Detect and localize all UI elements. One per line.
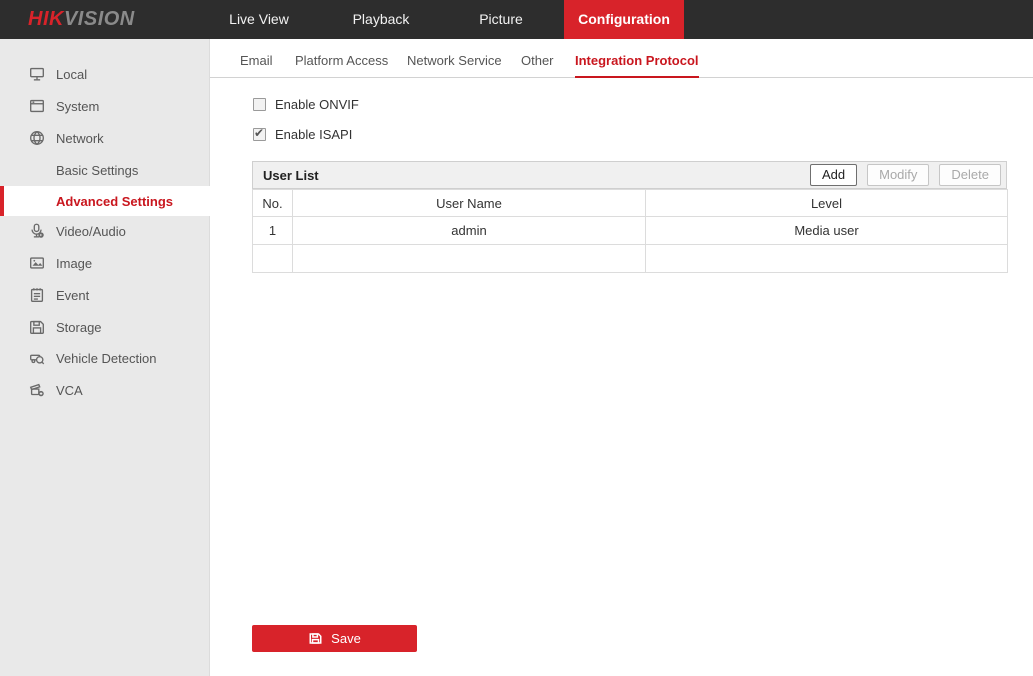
sidebar-item-label: System [56,98,100,114]
delete-button[interactable]: Delete [939,164,1001,186]
sidebar-item-storage[interactable]: Storage [0,312,210,342]
logo-vision: VISION [63,8,135,30]
sidebar-item-label: VCA [56,382,83,398]
sidebar-item-label: Vehicle Detection [56,350,157,366]
enable-onvif-checkbox[interactable] [253,98,266,111]
event-icon [28,286,46,304]
globe-icon [28,129,46,147]
sidebar-item-label: Event [56,287,90,303]
sidebar-item-label: Video/Audio [56,223,126,239]
column-header-no: No. [252,189,293,217]
main-content: Email Platform Access Network Service Ot… [210,39,1033,676]
tab-bar: Email Platform Access Network Service Ot… [210,50,1033,78]
user-list-panel: User List Add Modify Delete No. User Nam… [252,161,1008,273]
nav-configuration[interactable]: Configuration [564,0,684,39]
enable-onvif-label: Enable ONVIF [275,97,359,112]
sidebar-item-video-audio[interactable]: Video/Audio [0,216,210,246]
enable-isapi-row[interactable]: Enable ISAPI [253,126,353,142]
nav-live-view[interactable]: Live View [198,0,320,39]
column-header-level: Level [645,189,1008,217]
top-nav: HIKVISION Live View Playback Picture Con… [0,0,1033,39]
modify-button[interactable]: Modify [867,164,930,186]
vehicle-detection-icon [28,349,46,367]
image-icon [28,254,46,272]
sidebar-item-label: Network [56,130,104,146]
tab-platform-access[interactable]: Platform Access [295,50,388,78]
sidebar-item-vehicle-detection[interactable]: Vehicle Detection [0,343,210,373]
microphone-icon [28,222,46,240]
sidebar-item-label: Basic Settings [56,162,139,178]
sidebar-item-label: Local [56,66,88,82]
table-empty-area [252,244,1008,273]
save-icon [308,631,323,646]
hikvision-logo: HIKVISION [28,8,135,31]
logo-hik: HIK [28,8,64,30]
enable-isapi-checkbox[interactable] [253,126,266,141]
monitor-icon [28,65,46,83]
user-list-table: No. User Name Level 1 admin Media user [252,189,1008,273]
sidebar-item-event[interactable]: Event [0,280,210,310]
tab-email[interactable]: Email [240,50,273,78]
table-header-row: No. User Name Level [252,189,1008,217]
tab-integration-protocol[interactable]: Integration Protocol [575,50,699,78]
save-button[interactable]: Save [252,625,417,652]
tab-other[interactable]: Other [521,50,554,78]
window-icon [28,97,46,115]
storage-icon [28,318,46,336]
nav-picture[interactable]: Picture [440,0,562,39]
sidebar-item-label: Advanced Settings [56,193,174,209]
tab-network-service[interactable]: Network Service [407,50,502,78]
sidebar-item-network[interactable]: Network [0,123,210,153]
save-button-label: Save [331,631,361,646]
sidebar-item-system[interactable]: System [0,91,210,121]
add-button[interactable]: Add [809,164,858,186]
sidebar-item-label: Storage [56,319,102,335]
table-row[interactable]: 1 admin Media user [252,216,1008,245]
cell-user-name: admin [292,216,646,245]
column-header-user-name: User Name [292,189,646,217]
user-list-title: User List [263,167,319,183]
enable-onvif-row[interactable]: Enable ONVIF [253,97,359,112]
page: HIKVISION Live View Playback Picture Con… [0,0,1033,676]
cell-no: 1 [252,216,293,245]
enable-isapi-label: Enable ISAPI [275,127,353,142]
sidebar: Local System Network Basic Settings Adva… [0,39,210,676]
vca-icon [28,381,46,399]
nav-playback[interactable]: Playback [320,0,442,39]
sidebar-item-advanced-settings[interactable]: Advanced Settings [0,186,210,216]
user-list-buttons: Add Modify Delete [800,164,1001,186]
cell-level: Media user [645,216,1008,245]
sidebar-item-image[interactable]: Image [0,248,210,278]
sidebar-item-basic-settings[interactable]: Basic Settings [0,155,210,185]
sidebar-item-local[interactable]: Local [0,59,210,89]
sidebar-item-vca[interactable]: VCA [0,375,210,405]
user-list-header: User List Add Modify Delete [252,161,1007,189]
sidebar-item-label: Image [56,255,93,271]
